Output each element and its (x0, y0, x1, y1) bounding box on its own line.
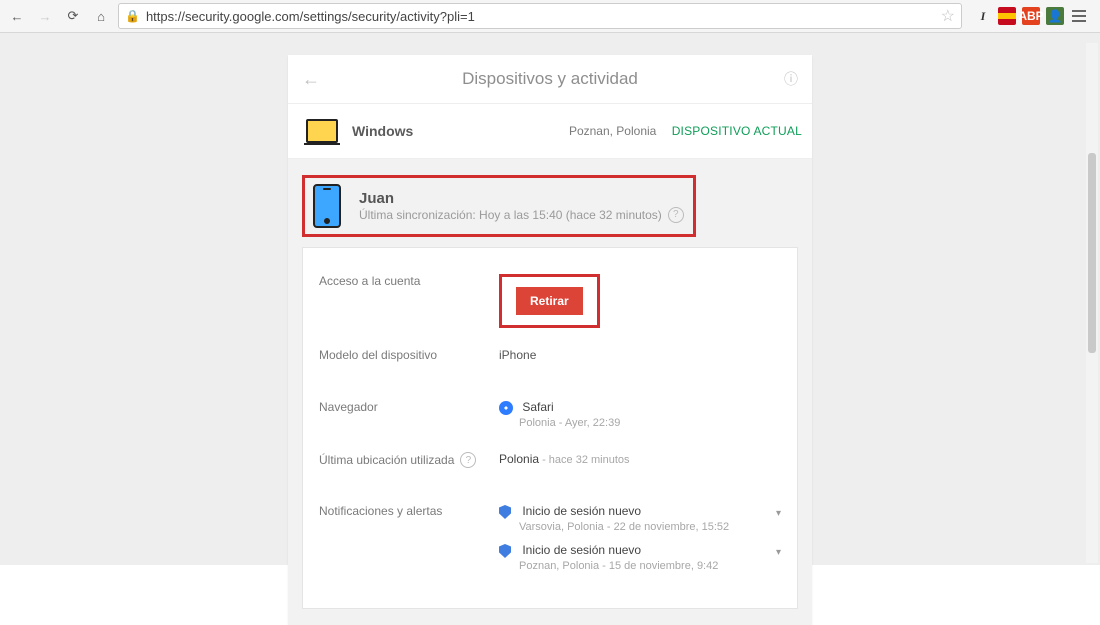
nav-forward-button[interactable]: → (34, 5, 56, 27)
help-icon[interactable]: ? (668, 207, 684, 223)
alert-sub: Varsovia, Polonia - 22 de noviembre, 15:… (519, 521, 729, 533)
page-title: Dispositivos y actividad (288, 69, 812, 89)
location-label: Última ubicación utilizada ? (319, 452, 499, 468)
row-browser: Navegador Safari Polonia - Ayer, 22:39 (319, 390, 781, 442)
retirar-highlight: Retirar (499, 274, 600, 328)
row-account-access: Acceso a la cuenta Retirar (319, 264, 781, 338)
location-label-text: Última ubicación utilizada (319, 453, 454, 467)
page-body: ← Dispositivos y actividad ⓘ Windows Poz… (0, 33, 1100, 565)
address-bar[interactable]: 🔒 https://security.google.com/settings/s… (118, 3, 962, 29)
instapaper-icon[interactable]: I (974, 7, 992, 25)
device-sync-text: Última sincronización: Hoy a las 15:40 (… (359, 208, 662, 222)
bookmark-star-icon[interactable]: ☆ (941, 6, 955, 26)
location-sub: - hace 32 minutos (539, 454, 630, 466)
spain-flag-icon[interactable] (998, 7, 1016, 25)
reload-button[interactable]: ⟳ (62, 5, 84, 27)
url-text: https://security.google.com/settings/sec… (146, 9, 475, 24)
row-device-model: Modelo del dispositivo iPhone (319, 338, 781, 390)
browser-toolbar: ← → ⟳ ⌂ 🔒 https://security.google.com/se… (0, 0, 1100, 33)
current-device-meta: Poznan, Polonia DISPOSITIVO ACTUAL (569, 124, 802, 138)
shield-icon (499, 505, 511, 519)
extensions-area: I ABP 👤 (974, 7, 1094, 25)
laptop-icon (306, 119, 338, 143)
nav-back-button[interactable]: ← (6, 5, 28, 27)
device-name: Juan (359, 190, 684, 207)
chevron-down-icon[interactable]: ▾ (776, 547, 781, 558)
model-label: Modelo del dispositivo (319, 348, 499, 362)
access-label: Acceso a la cuenta (319, 274, 499, 288)
row-alerts: Notificaciones y alertas Inicio de sesió… (319, 494, 781, 592)
alerts-label: Notificaciones y alertas (319, 504, 499, 518)
phone-icon (313, 184, 341, 228)
row-last-location: Última ubicación utilizada ? Polonia - h… (319, 442, 781, 494)
selected-device-header: Juan Última sincronización: Hoy a las 15… (302, 175, 696, 237)
safari-icon (499, 401, 513, 415)
main-card: ← Dispositivos y actividad ⓘ Windows Poz… (288, 55, 812, 625)
scrollbar[interactable] (1086, 43, 1098, 563)
device-sync: Última sincronización: Hoy a las 15:40 (… (359, 207, 684, 223)
model-value: iPhone (499, 348, 781, 362)
alert-title: Inicio de sesión nuevo (522, 504, 641, 518)
profile-avatar[interactable]: 👤 (1046, 7, 1064, 25)
browser-value: Safari (522, 400, 553, 414)
chevron-down-icon[interactable]: ▾ (776, 508, 781, 519)
shield-icon (499, 544, 511, 558)
back-arrow-icon[interactable]: ← (302, 69, 320, 90)
current-device-location: Poznan, Polonia (569, 124, 656, 138)
chrome-menu-button[interactable] (1070, 7, 1088, 25)
card-header: ← Dispositivos y actividad ⓘ (288, 55, 812, 104)
adblock-icon[interactable]: ABP (1022, 7, 1040, 25)
help-icon[interactable]: ? (460, 452, 476, 468)
location-value: Polonia (499, 452, 539, 466)
home-button[interactable]: ⌂ (90, 5, 112, 27)
browser-sub: Polonia - Ayer, 22:39 (519, 417, 620, 429)
scrollbar-thumb[interactable] (1088, 153, 1096, 353)
alerts-list: Inicio de sesión nuevo Varsovia, Polonia… (499, 504, 781, 582)
current-device-row[interactable]: Windows Poznan, Polonia DISPOSITIVO ACTU… (288, 104, 812, 159)
info-icon[interactable]: ⓘ (784, 69, 798, 89)
remove-access-button[interactable]: Retirar (516, 287, 583, 315)
browser-label: Navegador (319, 400, 499, 414)
alert-item[interactable]: Inicio de sesión nuevo Varsovia, Polonia… (499, 504, 781, 533)
location-value-wrap: Polonia - hace 32 minutos (499, 452, 781, 466)
current-device-tag: DISPOSITIVO ACTUAL (672, 124, 802, 138)
current-device-os: Windows (352, 123, 413, 139)
device-detail-section: Juan Última sincronización: Hoy a las 15… (288, 159, 812, 625)
alert-title: Inicio de sesión nuevo (522, 543, 641, 557)
lock-icon: 🔒 (125, 9, 140, 23)
alert-item[interactable]: Inicio de sesión nuevo Poznan, Polonia -… (499, 543, 781, 572)
alert-sub: Poznan, Polonia - 15 de noviembre, 9:42 (519, 560, 718, 572)
detail-card: Acceso a la cuenta Retirar Modelo del di… (302, 247, 798, 609)
